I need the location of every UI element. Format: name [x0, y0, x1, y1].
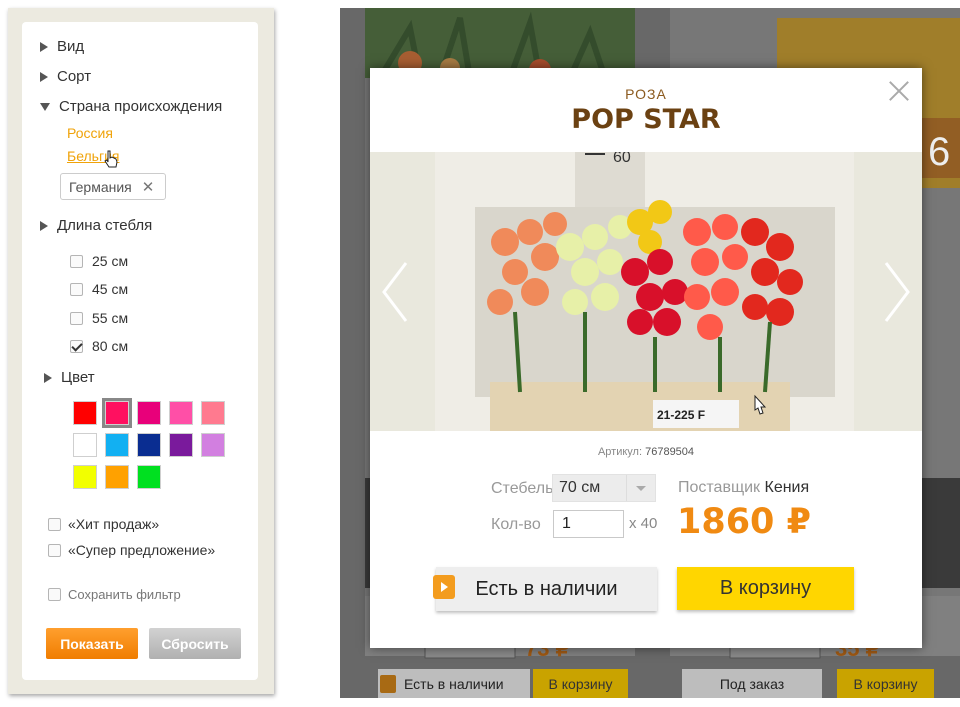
color-swatch[interactable]	[201, 401, 225, 425]
product-gallery: 60 21-225 F	[370, 152, 922, 431]
filter-section-label: Цвет	[61, 369, 95, 386]
stem-option-55[interactable]: 55 см	[70, 310, 128, 326]
save-filter-option[interactable]: Сохранить фильтр	[48, 587, 181, 602]
color-swatch[interactable]	[105, 433, 129, 457]
expand-arrow-icon	[44, 372, 52, 383]
color-swatch[interactable]	[73, 433, 97, 457]
quantity-multiplier: x 40	[629, 515, 658, 532]
color-swatch[interactable]	[102, 398, 132, 428]
product-modal: РОЗА POP STAR 60 21-225 F Артикул: 76789…	[370, 68, 922, 648]
color-swatch[interactable]	[73, 401, 97, 425]
stem-option-label: 55 см	[92, 310, 129, 326]
filter-section-label: Вид	[57, 38, 85, 55]
expand-arrow-icon	[40, 220, 48, 231]
checkbox-checked[interactable]	[70, 339, 83, 353]
bg-order-button: Под заказ	[682, 669, 822, 698]
checkbox[interactable]	[48, 543, 61, 557]
extra-option-label: «Хит продаж»	[68, 516, 160, 532]
hand-cursor-icon	[104, 150, 118, 168]
color-swatch[interactable]	[137, 401, 161, 425]
filter-section-label: Сорт	[57, 68, 92, 85]
filter-section-color[interactable]: Цвет	[44, 369, 95, 386]
qty-label: Кол-во	[491, 516, 541, 533]
article-value: 76789504	[645, 446, 695, 458]
availability-icon	[380, 675, 396, 693]
stem-option-label: 45 см	[92, 281, 129, 297]
article-label: Артикул:	[597, 446, 643, 458]
checkbox[interactable]	[48, 588, 61, 601]
stem-label: Стебель	[491, 480, 554, 497]
bg-tile-number: 6	[928, 130, 951, 174]
stem-option-label: 80 см	[92, 338, 129, 354]
stem-option-80[interactable]: 80 см	[70, 338, 128, 354]
quantity-input[interactable]	[553, 510, 624, 538]
checkbox[interactable]	[70, 282, 83, 296]
color-swatch[interactable]	[201, 433, 225, 457]
product-photo: 60 21-225 F	[435, 152, 854, 431]
product-price: 1860 ₽	[677, 502, 811, 542]
bg-cart-button-right: В корзину	[837, 669, 934, 698]
chip-label: Германия	[69, 178, 132, 195]
bg-availability-button: Есть в наличии	[378, 669, 530, 698]
filter-section-label: Длина стебля	[57, 217, 153, 234]
country-link-russia[interactable]: Россия	[67, 125, 113, 141]
roses-bouquet-image: 60 21-225 F	[435, 152, 854, 431]
availability-icon	[433, 575, 455, 599]
show-button[interactable]: Показать	[46, 628, 138, 659]
bg-cart-button-left: В корзину	[533, 669, 628, 698]
checkbox[interactable]	[70, 254, 83, 268]
remove-chip-icon[interactable]: ✕	[142, 178, 155, 196]
prev-arrow-icon[interactable]	[380, 257, 410, 327]
collapse-arrow-icon	[40, 102, 50, 111]
svg-text:60: 60	[613, 152, 631, 166]
color-swatch[interactable]	[137, 465, 161, 489]
checkbox[interactable]	[48, 517, 61, 531]
selected-country-chip: Германия ✕	[60, 173, 166, 200]
supplier-info: Поставщик Кения	[678, 479, 809, 497]
checkbox[interactable]	[70, 311, 83, 325]
hit-sales-option[interactable]: «Хит продаж»	[48, 516, 159, 532]
filter-section-type[interactable]: Вид	[40, 38, 84, 55]
filter-section-variety[interactable]: Сорт	[40, 68, 91, 85]
chevron-down-icon	[626, 475, 655, 501]
extra-option-label: «Супер предложение»	[68, 542, 216, 558]
product-title: POP STAR	[571, 104, 721, 135]
color-swatch[interactable]	[169, 401, 193, 425]
color-swatch[interactable]	[137, 433, 161, 457]
super-offer-option[interactable]: «Супер предложение»	[48, 542, 215, 558]
save-filter-label: Сохранить фильтр	[68, 587, 181, 602]
color-swatch[interactable]	[105, 465, 129, 489]
product-category: РОЗА	[625, 86, 667, 102]
bg-availability-label: Есть в наличии	[404, 676, 504, 692]
stem-option-label: 25 см	[92, 253, 129, 269]
next-arrow-icon[interactable]	[882, 257, 912, 327]
article-number: Артикул: 76789504	[370, 446, 922, 458]
filter-section-label: Страна происхождения	[59, 98, 223, 115]
stem-option-25[interactable]: 25 см	[70, 253, 128, 269]
color-swatch[interactable]	[73, 465, 97, 489]
supplier-label: Поставщик	[678, 479, 761, 496]
photo-label: 21-225 F	[657, 408, 705, 422]
add-to-cart-button[interactable]: В корзину	[677, 567, 854, 610]
supplier-value: Кения	[764, 479, 810, 496]
stem-select[interactable]: 70 см	[552, 474, 656, 502]
filter-section-stem-length[interactable]: Длина стебля	[40, 217, 152, 234]
expand-arrow-icon	[40, 71, 48, 82]
filter-section-origin[interactable]: Страна происхождения	[40, 98, 222, 115]
availability-button[interactable]: Есть в наличии	[436, 567, 657, 611]
reset-button[interactable]: Сбросить	[149, 628, 241, 659]
expand-arrow-icon	[40, 41, 48, 52]
color-swatch[interactable]	[169, 433, 193, 457]
stem-select-value: 70 см	[559, 479, 601, 496]
stem-option-45[interactable]: 45 см	[70, 281, 128, 297]
filter-panel: Вид Сорт Страна происхождения Россия Бел…	[22, 22, 258, 680]
